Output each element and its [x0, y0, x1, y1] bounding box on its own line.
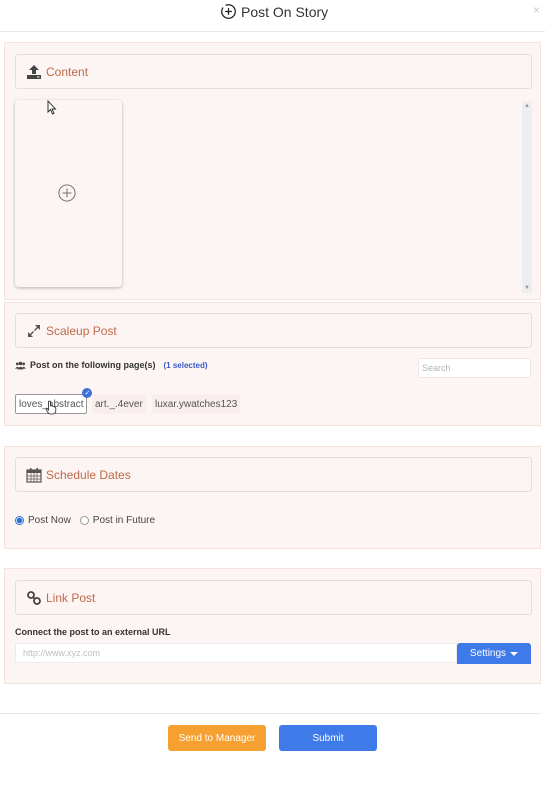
modal-title-wrap: Post On Story [220, 3, 328, 20]
page-chip-label: luxar.ywatches123 [155, 398, 238, 410]
content-title: Content [46, 64, 89, 79]
settings-dropdown-button[interactable]: Settings [457, 643, 531, 664]
circle-plus-icon [58, 184, 76, 202]
modal-title: Post On Story [241, 3, 329, 20]
page-chip-label: loves_abstract [19, 398, 84, 410]
footer-divider [0, 713, 541, 714]
pages-label: Post on the following page(s) (1 selecte… [15, 360, 208, 370]
page-chip-label: art._.4ever [95, 398, 143, 410]
content-panel: Content ▲ ▼ [4, 42, 541, 300]
page-chip-loves-abstract[interactable]: loves_abstract ✓ [15, 388, 93, 414]
link-panel: Link Post Connect the post to an externa… [4, 568, 541, 684]
pages-search-input[interactable] [418, 358, 531, 378]
settings-label: Settings [469, 648, 507, 659]
calendar-icon [26, 467, 42, 483]
selected-count: (1 selected) [163, 360, 208, 370]
modal-header: Post On Story × [0, 0, 545, 32]
schedule-title: Schedule Dates [46, 467, 131, 482]
scaleup-panel: Scaleup Post Post on the following page(… [4, 302, 541, 426]
post-now-label[interactable]: Post Now [28, 515, 71, 526]
url-label: Connect the post to an external URL [15, 627, 171, 637]
submit-button[interactable]: Submit [279, 725, 377, 751]
check-icon: ✓ [82, 388, 93, 398]
scaleup-panel-header: Scaleup Post [15, 313, 532, 348]
link-panel-header: Link Post [15, 580, 532, 615]
external-url-input[interactable] [15, 643, 457, 663]
expand-icon [28, 324, 40, 337]
link-title: Link Post [46, 590, 96, 605]
link-icon [27, 590, 41, 605]
upload-icon [27, 64, 41, 79]
users-icon [15, 361, 26, 369]
post-in-future-label[interactable]: Post in Future [93, 515, 155, 526]
page-chip-luxar-ywatches123[interactable]: luxar.ywatches123 [152, 394, 241, 414]
content-scrollbar[interactable]: ▲ ▼ [522, 101, 532, 293]
post-in-future-radio[interactable] [79, 516, 89, 525]
scroll-down-arrow-icon[interactable]: ▼ [524, 285, 530, 291]
content-panel-header: Content [15, 54, 532, 89]
post-now-radio[interactable] [15, 516, 24, 525]
caret-down-icon [510, 651, 519, 656]
schedule-panel-header: Schedule Dates [15, 457, 532, 492]
scaleup-title: Scaleup Post [46, 323, 117, 338]
page-chip-art-4ever[interactable]: art._.4ever [92, 394, 146, 414]
schedule-radio-group: Post Now Post in Future [15, 515, 160, 526]
circle-plus-icon [221, 4, 236, 19]
scroll-up-arrow-icon[interactable]: ▲ [524, 103, 530, 109]
close-button[interactable]: × [533, 3, 540, 17]
send-to-manager-button[interactable]: Send to Manager [168, 725, 266, 751]
schedule-panel: Schedule Dates Post Now Post in Future [4, 446, 541, 549]
pages-label-text: Post on the following page(s) [30, 360, 156, 370]
add-media-card[interactable] [15, 100, 122, 287]
